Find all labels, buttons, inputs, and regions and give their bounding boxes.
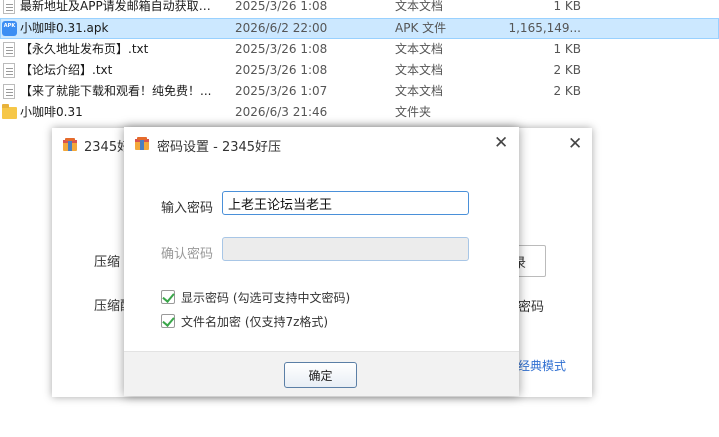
file-type: 文本文档 [395, 63, 444, 77]
file-name: 【论坛介绍】.txt [20, 63, 113, 77]
file-type: 文本文档 [395, 84, 444, 98]
ok-button[interactable]: 确定 [284, 362, 357, 388]
folder-icon [2, 104, 17, 119]
show-password-checkbox[interactable] [161, 290, 175, 304]
file-type: 文本文档 [395, 0, 444, 13]
dialog-title: 密码设置 - 2345好压 [157, 140, 282, 155]
file-name: 【来了就能下载和观看！纯免费！... [20, 84, 212, 98]
file-row[interactable]: APK 小咖啡0.31.apk 2026/6/2 22:00 APK 文件 1,… [0, 18, 719, 39]
password-label: 密码 [518, 300, 545, 315]
file-type: 文件夹 [395, 105, 432, 119]
confirm-password-input[interactable] [222, 237, 469, 261]
compress-label: 压缩 [94, 255, 121, 270]
dialog-footer: 确定 [124, 351, 519, 396]
text-file-icon [3, 0, 15, 14]
file-size: 2 KB [553, 84, 581, 98]
file-row[interactable]: 【永久地址发布页】.txt 2025/3/26 1:08 文本文档 1 KB [0, 39, 719, 60]
archive-app-icon [63, 138, 77, 151]
file-size: 2 KB [553, 63, 581, 77]
file-size: 1 KB [553, 0, 581, 13]
classic-mode-link[interactable]: 经典模式 [518, 357, 566, 374]
file-date: 2026/6/2 22:00 [235, 21, 328, 35]
password-dialog: 密码设置 - 2345好压 ✕ 输入密码 确认密码 显示密码 (勾选可支持中文密… [124, 127, 519, 396]
show-password-label: 显示密码 (勾选可支持中文密码) [181, 291, 351, 305]
file-size: 1 KB [553, 42, 581, 56]
file-type: APK 文件 [395, 21, 447, 35]
file-name: 【永久地址发布页】.txt [20, 42, 149, 56]
close-icon[interactable]: ✕ [494, 135, 508, 152]
text-file-icon [3, 63, 15, 78]
file-name: 小咖啡0.31.apk [20, 21, 109, 35]
password-input[interactable] [222, 191, 469, 215]
file-name: 最新地址及APP请发邮箱自动获取！... [20, 0, 220, 13]
file-row[interactable]: 【论坛介绍】.txt 2025/3/26 1:08 文本文档 2 KB [0, 60, 719, 81]
file-row[interactable]: 小咖啡0.31 2026/6/3 21:46 文件夹 [0, 102, 719, 123]
password-label: 输入密码 [161, 201, 214, 216]
file-row[interactable]: 最新地址及APP请发邮箱自动获取！... 2025/3/26 1:08 文本文档… [0, 0, 719, 17]
file-name: 小咖啡0.31 [20, 105, 83, 119]
file-size: 1,165,149... [508, 21, 581, 35]
file-date: 2025/3/26 1:08 [235, 63, 328, 77]
file-date: 2026/6/3 21:46 [235, 105, 328, 119]
file-row[interactable]: 【来了就能下载和观看！纯免费！... 2025/3/26 1:07 文本文档 2… [0, 81, 719, 102]
archive-app-icon [135, 137, 149, 150]
file-date: 2025/3/26 1:07 [235, 84, 328, 98]
encrypt-filenames-label: 文件名加密 (仅支持7z格式) [181, 315, 329, 329]
file-type: 文本文档 [395, 42, 444, 56]
file-date: 2025/3/26 1:08 [235, 0, 328, 13]
text-file-icon [3, 42, 15, 57]
apk-file-icon: APK [2, 21, 17, 36]
text-file-icon [3, 84, 15, 99]
dialog-titlebar: 密码设置 - 2345好压 ✕ [124, 127, 519, 161]
close-icon[interactable]: ✕ [568, 136, 582, 153]
confirm-password-label: 确认密码 [161, 247, 214, 262]
file-date: 2025/3/26 1:08 [235, 42, 328, 56]
encrypt-filenames-checkbox[interactable] [161, 314, 175, 328]
